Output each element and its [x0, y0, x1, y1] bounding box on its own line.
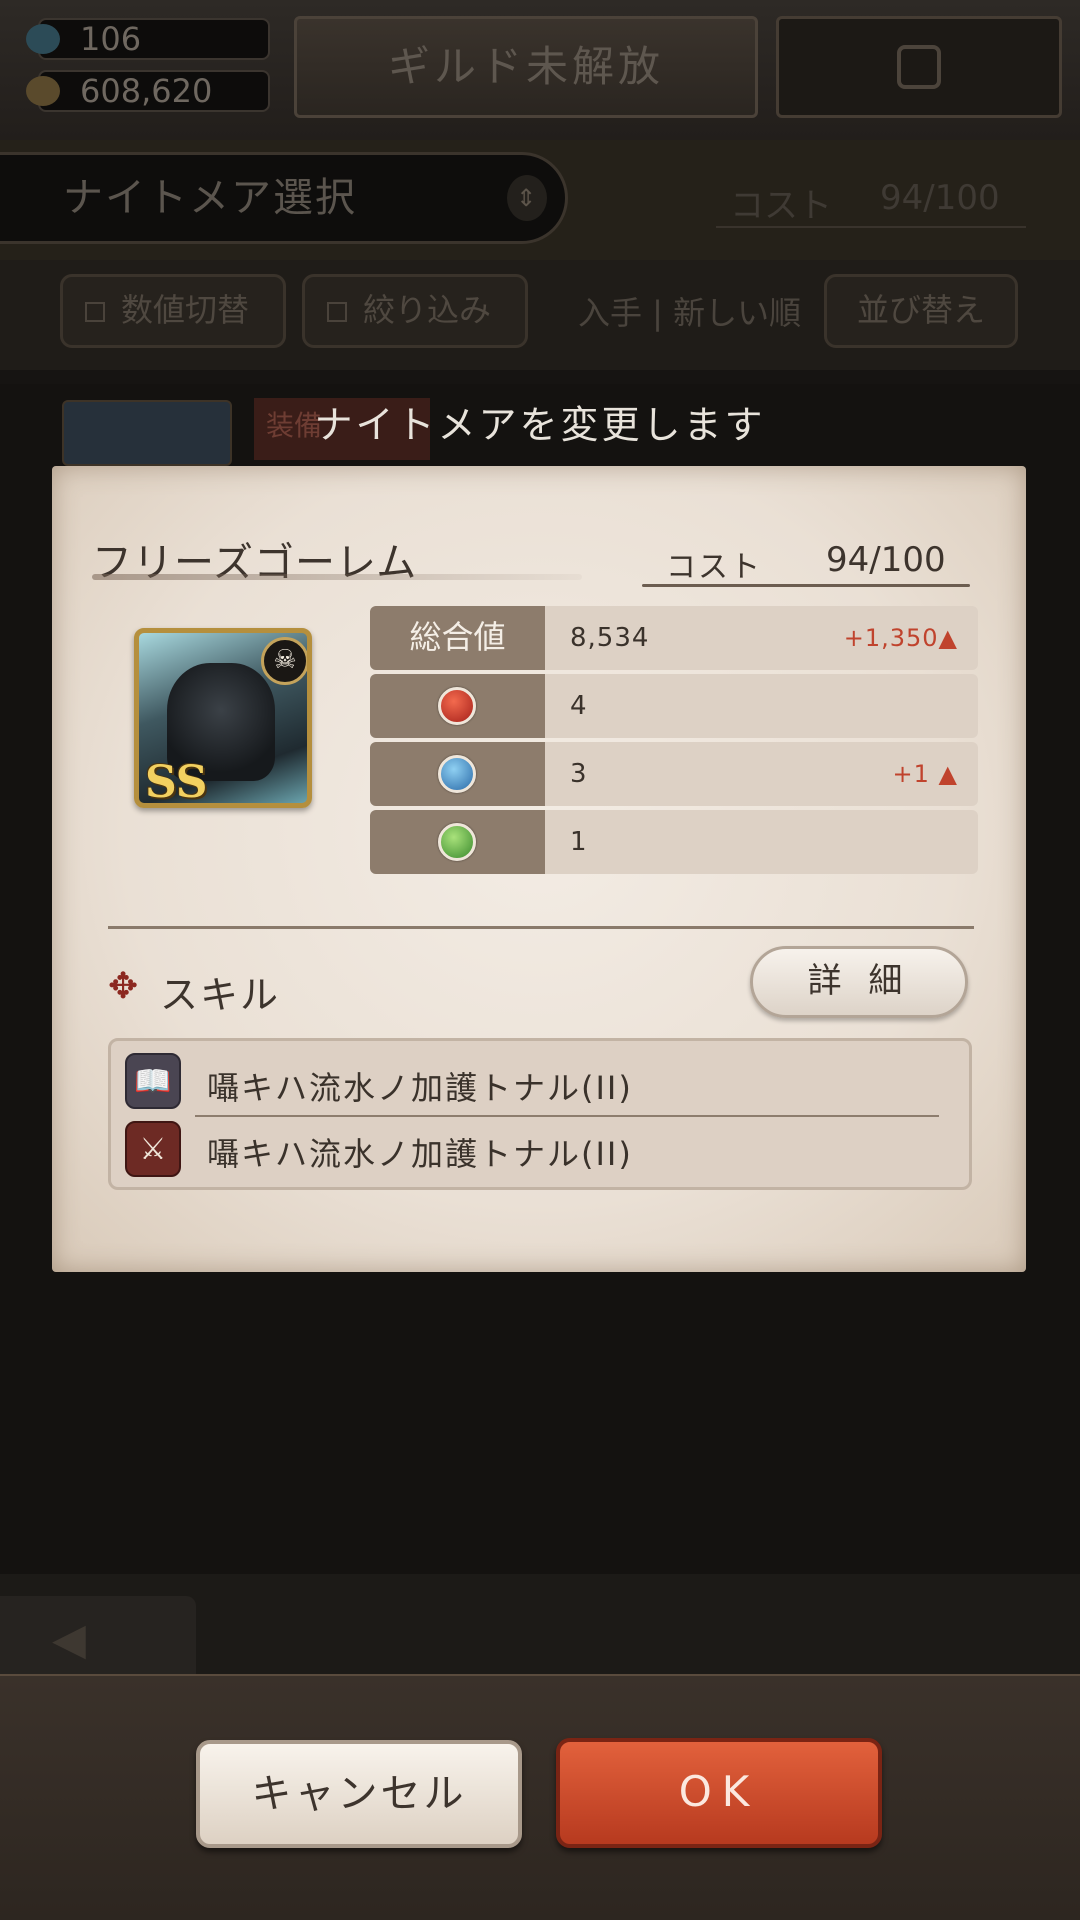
stat-value-fire: 4: [570, 691, 588, 721]
stat-label-total: 総合値: [370, 606, 545, 670]
nightmare-select-dropdown[interactable]: ナイトメア選択 ⇕: [0, 152, 568, 244]
coin-count: 608,620: [80, 72, 213, 110]
stat-row-wind: 1: [370, 810, 978, 874]
coin-counter: 608,620: [26, 70, 270, 112]
stat-label-wind: [370, 810, 545, 874]
stat-row-fire: 4: [370, 674, 978, 738]
water-element-icon: [438, 755, 476, 793]
stat-delta-water: +1 ▲: [892, 760, 958, 788]
stat-value-total: 8,534: [570, 623, 650, 653]
stat-value-water: 3: [570, 759, 588, 789]
footer-panel: [0, 1674, 1080, 1920]
skull-icon: ☠: [261, 637, 307, 685]
gem-count: 106: [80, 20, 142, 58]
value-toggle-label: 数値切替: [121, 291, 250, 329]
bg-cost-label: コスト: [730, 186, 832, 226]
checkbox-icon: [85, 302, 105, 322]
narrow-filter-checkbox[interactable]: 絞り込み: [302, 274, 528, 348]
stat-value-wind: 1: [570, 827, 588, 857]
value-toggle-checkbox[interactable]: 数値切替: [60, 274, 286, 348]
skill-name: 囁キハ流水ノ加護トナル(II): [207, 1069, 633, 1107]
skill-list: 📖 囁キハ流水ノ加護トナル(II) ⚔ 囁キハ流水ノ加護トナル(II): [108, 1038, 972, 1190]
crossed-swords-icon: ⚔: [125, 1121, 181, 1177]
cost-value: 94/100: [826, 540, 946, 580]
sort-button[interactable]: 並び替え: [824, 274, 1018, 348]
back-button[interactable]: ◀: [0, 1596, 196, 1674]
narrow-filter-label: 絞り込み: [363, 291, 492, 329]
skill-name: 囁キハ流水ノ加護トナル(II): [207, 1135, 633, 1173]
name-underline: [92, 574, 582, 580]
back-arrow-icon: ◀: [52, 1614, 86, 1665]
gem-icon: [26, 24, 60, 54]
stat-row-total: 総合値 8,534 +1,350▲: [370, 606, 978, 670]
coin-icon: [26, 76, 60, 106]
stat-label-fire: [370, 674, 545, 738]
ok-button[interactable]: OK: [556, 1738, 882, 1848]
bg-cost-value: 94/100: [880, 178, 1000, 218]
cost-label: コスト: [666, 550, 762, 585]
wind-element-icon: [438, 823, 476, 861]
skill-separator: [195, 1115, 939, 1117]
checkbox-icon: [327, 302, 347, 322]
bg-cost-underline: [716, 226, 1026, 228]
locked-button[interactable]: [776, 16, 1062, 118]
sort-updown-icon: ⇕: [507, 175, 547, 221]
stat-value-cell: [545, 810, 978, 874]
stat-delta-total: +1,350▲: [843, 624, 958, 652]
guild-button[interactable]: ギルド未解放: [294, 16, 758, 118]
rank-badge: SS: [145, 757, 208, 808]
lock-icon: [897, 45, 941, 89]
book-icon: 📖: [125, 1053, 181, 1109]
section-divider: [108, 926, 974, 929]
nightmare-portrait: ☠ SS: [134, 628, 312, 808]
gem-counter: 106: [26, 18, 270, 60]
cancel-button[interactable]: キャンセル: [196, 1740, 522, 1848]
fire-element-icon: [438, 687, 476, 725]
skill-section-icon: ✥: [108, 966, 139, 1007]
detail-button[interactable]: 詳 細: [750, 946, 968, 1018]
modal-title: ナイトメアを変更します: [314, 403, 766, 447]
stat-label-water: [370, 742, 545, 806]
cost-underline: [642, 584, 970, 587]
stat-row-water: 3 +1 ▲: [370, 742, 978, 806]
sort-order-label: 入手 | 新しい順: [578, 294, 802, 332]
stat-value-cell: [545, 674, 978, 738]
select-title: ナイトメア選択: [63, 175, 357, 221]
skill-heading: スキル: [160, 973, 281, 1017]
